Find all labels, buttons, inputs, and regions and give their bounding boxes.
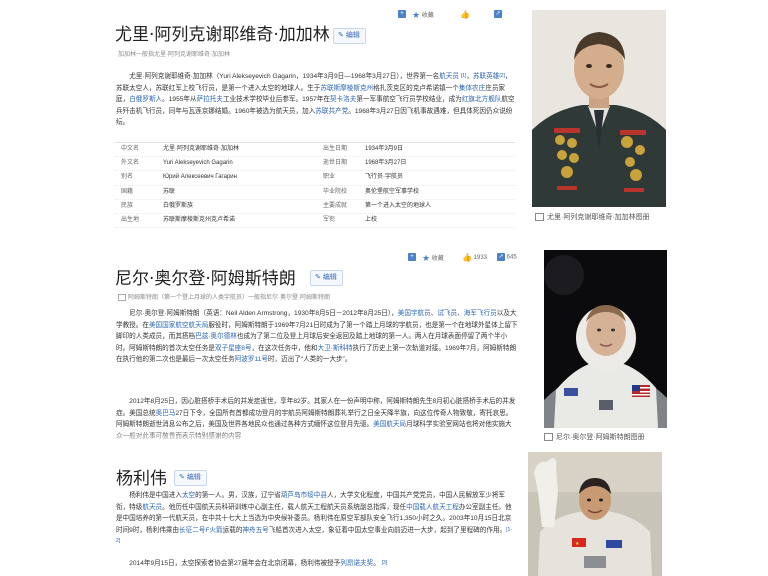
page-title: 尼尔·奥尔登·阿姆斯特朗 [115,269,296,289]
link-nasa[interactable]: 美国国家航空航天局 [149,322,208,329]
thumbs-up-icon: 👍 [460,10,470,19]
thumbs-up-icon: 👍 [462,253,472,262]
gallery-caption[interactable]: 尤里·阿列克谢耶维奇·加加林图册 [535,213,667,223]
entry-yang-liwei: 杨利伟 ✎ 编辑 杨利伟是中国进入太空的第一人。男，汉族，辽宁省葫芦岛市绥中县人，… [0,450,768,576]
info-row: 中文名 尤里·阿列克谢耶维奇·加加林 出生日期 1934年3月9日 [115,143,515,158]
yang-photo[interactable]: ★ [528,452,662,576]
link-aldrin[interactable]: 巴兹·奥尔德林 [195,333,237,340]
link-leonov-award[interactable]: 列昂诺夫奖 [340,560,373,567]
star-icon: ★ [422,253,431,263]
info-row: 民族 白俄罗斯族 主要成就 第一个进入太空的地球人 [115,200,515,214]
list-icon [118,293,126,301]
link-northern-fleet[interactable]: 红旗北方舰队 [462,96,502,103]
info-row: 外文名 Yuri Alekseyevich Gagarin 逝世日期 1968年3月2… [115,157,515,172]
share-button[interactable]: ↗ [494,10,502,18]
summary-paragraph: 尼尔·奥尔登·阿姆斯特朗（英语：Neil Alden Armstrong，193… [116,310,518,363]
edit-button[interactable]: ✎ 编辑 [174,470,207,486]
star-icon: ★ [412,10,421,20]
page-title: 杨利伟 [116,469,167,489]
link-belarusian[interactable]: 白俄罗斯人 [129,96,162,103]
disambiguation-note: 阿姆斯特朗（第一个登上月球的人类宇航员）一般指尼尔·奥尔登·阿姆斯特朗 [118,292,330,301]
link-chkalov[interactable]: 契卡洛夫 [330,96,356,103]
share-button[interactable]: ↗ 645 [497,253,517,261]
gagarin-photo[interactable] [532,10,666,207]
link-apollo-11[interactable]: 阿波罗11号 [235,356,268,363]
link-nasa-2[interactable]: 美国航天局 [373,421,406,428]
collect-button[interactable]: ★ 收藏 [422,253,444,264]
portrait-illustration [532,10,666,207]
share-count: 645 [506,254,517,261]
info-row: 出生地 苏联斯摩棱斯克州克卢希诺 军衔 上校 [115,214,515,229]
like-button[interactable]: 👍 [460,10,470,19]
caption-text: 尤里·阿列克谢耶维奇·加加林图册 [547,214,650,221]
summary-paragraph: 尤里·阿列克谢耶维奇·加加林（Yuri Alekseyevich Gagarin… [116,73,515,126]
like-button[interactable]: 👍 1933 [462,253,487,262]
info-row: 别名 Юрий Алексеевич Гагарин 职业 飞行员·宇航员 [115,171,515,186]
link-david-scott[interactable]: 大卫·斯科特 [317,345,352,352]
edit-button[interactable]: ✎ 编辑 [333,28,366,44]
fade-overlay [0,430,530,444]
link-gemini-8[interactable]: 双子星座8号 [215,345,252,352]
pencil-icon: ✎ [315,274,321,281]
pencil-icon: ✎ [179,474,185,481]
pencil-icon: ✎ [338,32,344,39]
edit-button[interactable]: ✎ 编辑 [310,270,343,286]
link-cpsu[interactable]: 苏联共产党 [315,108,348,115]
link-shenzhou-5[interactable]: 神舟五号 [242,527,268,534]
caption-text: 尼尔·奥尔登·阿姆斯特朗图册 [556,434,645,441]
link-astronaut[interactable]: 航天员 [439,73,459,80]
link-manned-space[interactable]: 中国载人航天工程 [406,504,459,511]
link-us-astronaut[interactable]: 美国宇航员 [398,310,431,317]
link-long-march[interactable]: 长征二号F火箭 [179,527,223,534]
link-space[interactable]: 太空 [182,492,195,499]
collect-label: 收藏 [421,13,434,20]
gallery-icon [535,213,544,222]
svg-text:★: ★ [575,541,580,547]
add-icon[interactable]: + [408,253,416,261]
share-icon: ↗ [494,10,502,18]
gallery-caption[interactable]: 尼尔·奥尔登·阿姆斯特朗图册 [544,433,668,443]
reference-3[interactable]: [3] [382,560,388,566]
link-suizhong[interactable]: 葫芦岛市绥中县 [281,492,327,499]
collect-label: 收藏 [431,256,444,263]
armstrong-photo[interactable] [544,250,667,428]
basic-info-table: 中文名 尤里·阿列克谢耶维奇·加加林 出生日期 1934年3月9日 外文名 Yuri A… [115,142,515,229]
link-test-pilot[interactable]: 试飞员 [437,310,457,317]
link-naval-aviator[interactable]: 海军飞行员 [464,310,497,317]
edit-label: 编辑 [186,474,201,481]
like-count: 1933 [473,255,487,262]
gallery-icon [544,433,553,442]
share-icon: ↗ [497,253,505,261]
info-row: 国籍 苏联 毕业院校 奥伦堡航空军事学校 [115,186,515,200]
collect-button[interactable]: ★ 收藏 [412,10,434,21]
summary-paragraph: 杨利伟是中国进入太空的第一人。男，汉族，辽宁省葫芦岛市绥中县人，大学文化程度，中… [116,492,512,544]
disambiguation-note: 加加林一般指尤里·阿列克谢耶维奇·加加林 [118,52,230,58]
waving-astronaut-illustration: ★ [528,452,662,576]
edit-label: 编辑 [345,32,360,39]
entry-gagarin: 尤里·阿列克谢耶维奇·加加林 ✎ 编辑 加加林一般指尤里·阿列克谢耶维奇·加加林 … [0,0,768,250]
edit-label: 编辑 [322,274,337,281]
link-hero[interactable]: 苏联英雄 [473,73,499,80]
entry-armstrong: 尼尔·奥尔登·阿姆斯特朗 ✎ 编辑 阿姆斯特朗（第一个登上月球的人类宇航员）一般指… [0,250,768,450]
spacesuit-illustration [544,250,667,428]
page-title: 尤里·阿列克谢耶维奇·加加林 [115,25,330,45]
link-obama[interactable]: 奥巴马 [156,410,176,417]
link-smolensk[interactable]: 苏联斯摩棱斯克州 [320,85,373,92]
link-astronaut[interactable]: 航天员 [142,504,162,511]
award-paragraph: 2014年9月15日，太空探索者协会第27届年会在北京闭幕，杨利伟被授予列昂诺夫… [129,560,388,567]
link-saratov[interactable]: 萨拉托夫 [197,96,223,103]
link-kolkhoz[interactable]: 集体农庄 [459,85,485,92]
add-icon[interactable]: + [398,10,406,18]
